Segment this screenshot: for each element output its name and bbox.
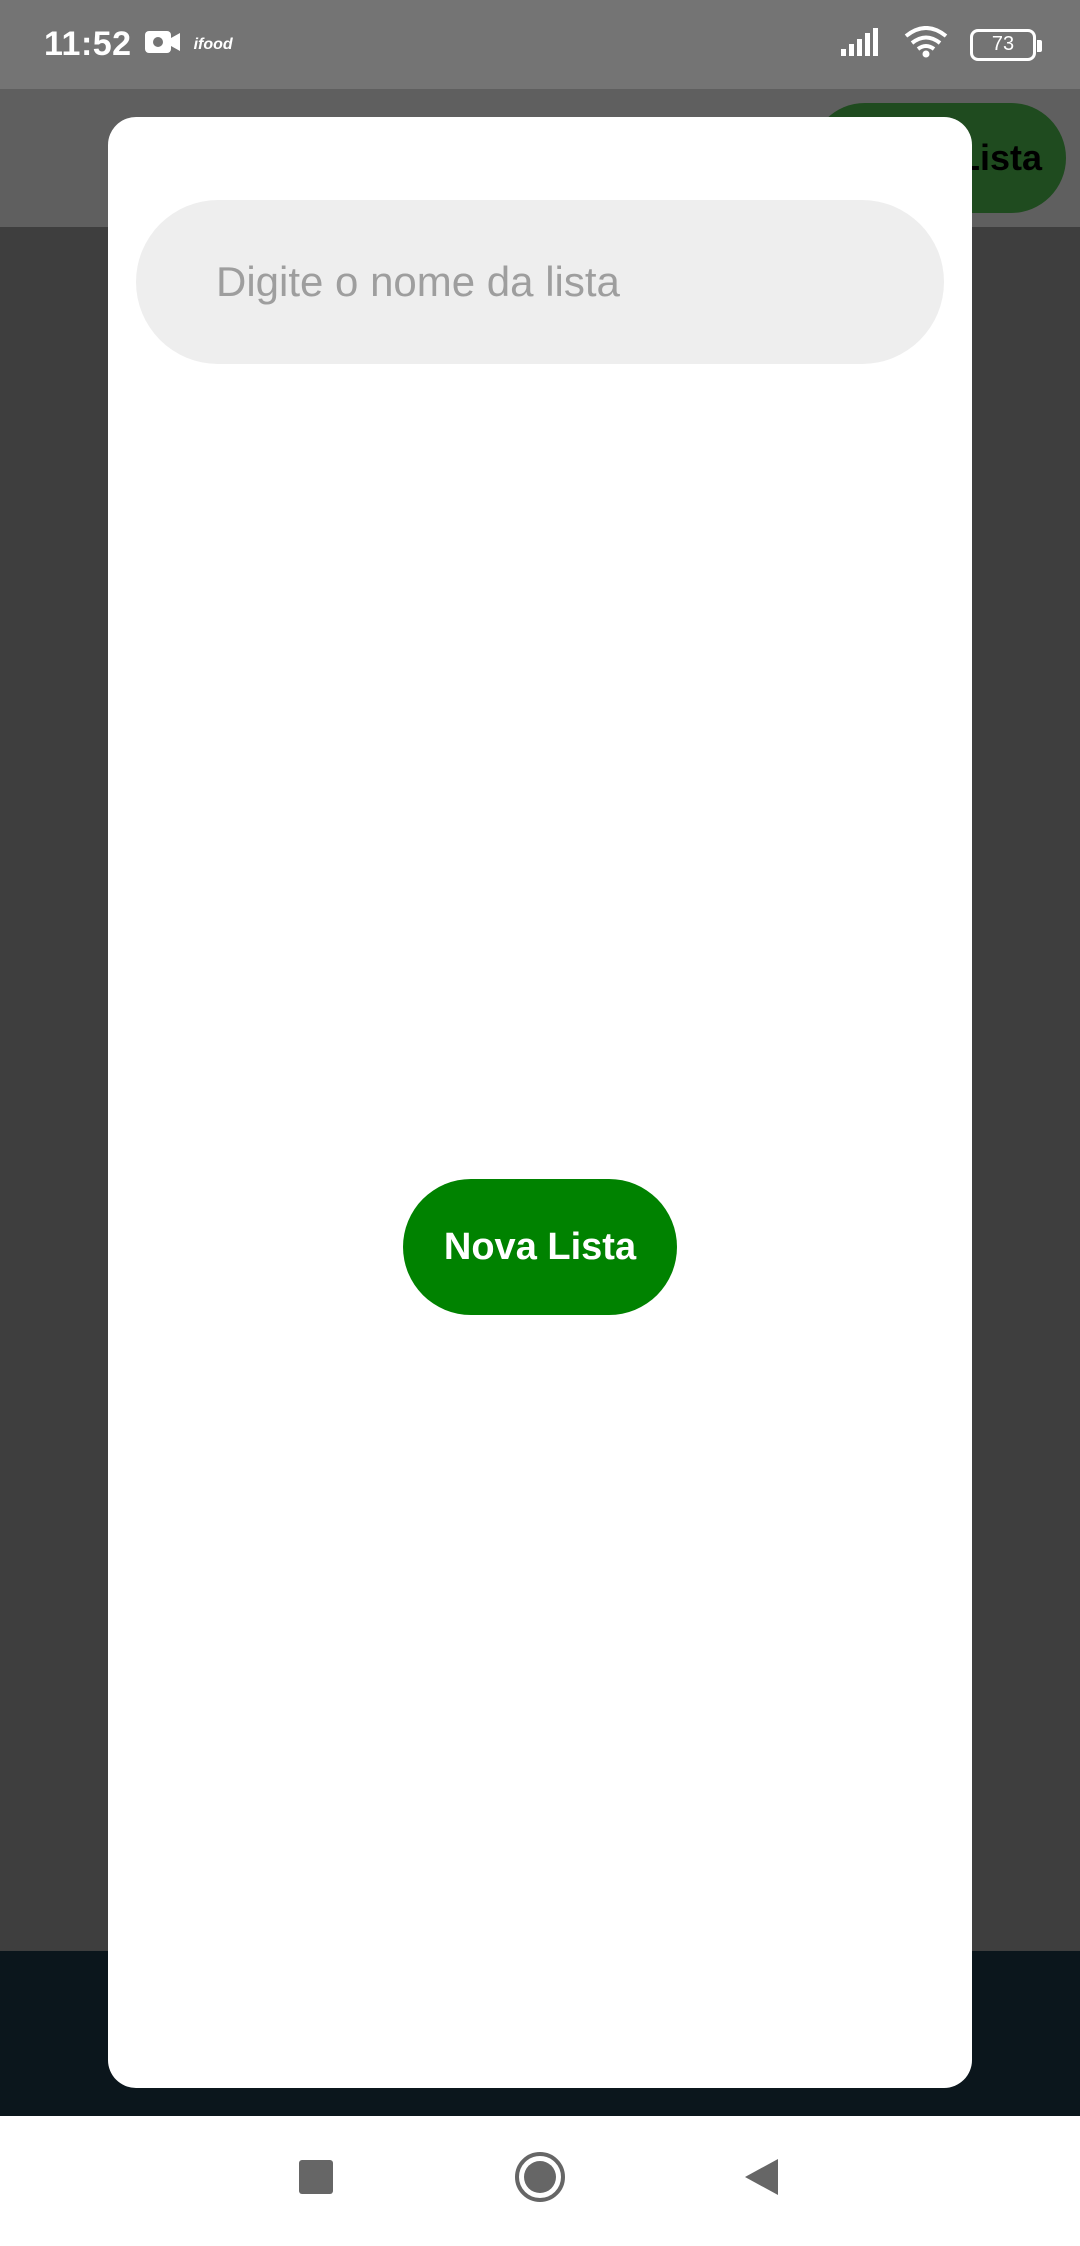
list-name-input[interactable]: [136, 200, 944, 364]
square-icon: [298, 2159, 334, 2200]
ifood-notification-icon: ifood: [193, 35, 233, 53]
recents-button[interactable]: [281, 2144, 351, 2214]
status-right: 73: [840, 26, 1042, 63]
triangle-back-icon: [743, 2157, 779, 2202]
new-list-button[interactable]: Nova Lista: [403, 1179, 677, 1315]
new-list-button-label: Nova Lista: [443, 1225, 637, 1268]
system-nav-bar: [0, 2116, 1080, 2246]
status-time: 11:52: [44, 25, 132, 63]
home-button[interactable]: [505, 2144, 575, 2214]
screen: 11:52 ifood 73 Lista Digite o nome da li…: [0, 0, 1080, 2246]
wifi-icon: [904, 26, 948, 63]
status-left: 11:52 ifood: [44, 25, 233, 64]
new-list-dialog: Nova Lista: [108, 117, 972, 2088]
battery-level: 73: [991, 33, 1015, 55]
circle-icon: [513, 2150, 567, 2209]
status-bar: 11:52 ifood 73: [0, 0, 1080, 89]
back-button[interactable]: [726, 2144, 796, 2214]
battery-icon: 73: [970, 28, 1042, 61]
video-camera-icon: [144, 28, 182, 61]
signal-icon: [840, 27, 882, 62]
